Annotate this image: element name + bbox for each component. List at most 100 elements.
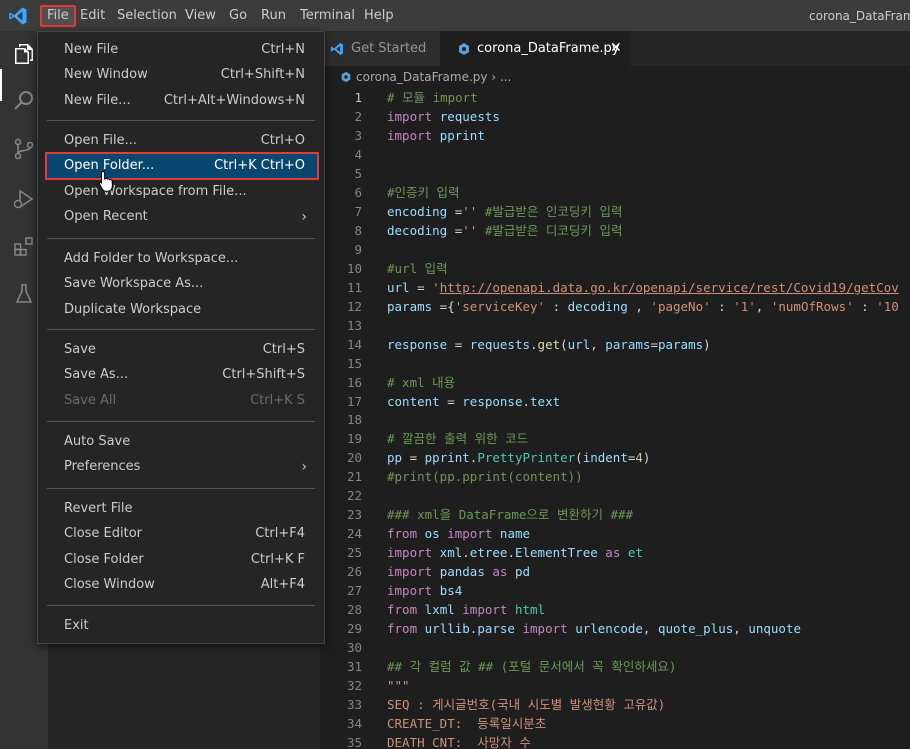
- code-line[interactable]: 13: [320, 316, 910, 335]
- menu-separator: [47, 120, 315, 121]
- testing-flask-icon[interactable]: [12, 282, 36, 306]
- menu-selection[interactable]: Selection: [112, 5, 182, 27]
- code-line[interactable]: 24 from os import name: [320, 524, 910, 543]
- menu-item-revert-file[interactable]: Revert File: [47, 497, 317, 521]
- code-line[interactable]: 22: [320, 486, 910, 505]
- code-line[interactable]: 3 import pprint: [320, 126, 910, 145]
- menu-separator: [47, 329, 315, 330]
- menu-item-shortcut: Ctrl+Shift+N: [220, 67, 305, 83]
- menu-item-save-workspace-as[interactable]: Save Workspace As...: [47, 272, 317, 296]
- line-number: 20: [346, 450, 362, 466]
- code-line[interactable]: 20 pp = pprint.PrettyPrinter(indent=4): [320, 448, 910, 467]
- menu-item-close-folder[interactable]: Close Folder Ctrl+K F: [47, 548, 317, 572]
- line-number: 35: [346, 734, 362, 749]
- menu-item-save-as[interactable]: Save As... Ctrl+Shift+S: [47, 363, 317, 387]
- search-icon[interactable]: [12, 89, 36, 113]
- menu-item-exit[interactable]: Exit: [47, 614, 317, 638]
- code-token: response: [387, 336, 448, 352]
- code-line[interactable]: 5: [320, 164, 910, 183]
- code-line[interactable]: 2 import requests: [320, 107, 910, 126]
- code-line[interactable]: 1 # 모듈 import: [320, 88, 910, 107]
- code-line[interactable]: 10 #url 입력: [320, 259, 910, 278]
- code-line[interactable]: 17 content = response.text: [320, 392, 910, 411]
- tab-corona-dataframe[interactable]: corona_DataFrame.py ✕: [440, 31, 630, 66]
- code-line[interactable]: 15: [320, 354, 910, 373]
- code-line[interactable]: 18: [320, 410, 910, 429]
- menu-item-save[interactable]: Save Ctrl+S: [47, 338, 317, 362]
- code-line[interactable]: 11 url = 'http://openapi.data.go.kr/opena…: [320, 278, 910, 297]
- code-line[interactable]: 12 params ={'serviceKey' : decoding , 'pa…: [320, 297, 910, 316]
- line-number: 24: [346, 526, 362, 542]
- menu-item-close-window[interactable]: Close Window Alt+F4: [47, 573, 317, 597]
- menu-item-close-editor[interactable]: Close Editor Ctrl+F4: [47, 522, 317, 546]
- menu-terminal[interactable]: Terminal: [295, 5, 360, 27]
- code-line[interactable]: 7 encoding ='' #발급받은 인코딩키 입력: [320, 202, 910, 221]
- code-line[interactable]: 9: [320, 240, 910, 259]
- menu-item-add-folder-to-workspace[interactable]: Add Folder to Workspace...: [47, 247, 317, 271]
- code-token: (: [560, 336, 568, 352]
- code-line[interactable]: 8 decoding ='' #발급받은 디코딩키 입력: [320, 221, 910, 240]
- code-line[interactable]: 34 CREATE_DT: 등록일시분초: [320, 714, 910, 733]
- menu-item-label: Close Folder: [64, 551, 144, 567]
- menu-run[interactable]: Run: [256, 5, 291, 27]
- close-icon[interactable]: ✕: [610, 31, 622, 66]
- tab-get-started[interactable]: Get Started: [320, 31, 440, 66]
- source-control-icon[interactable]: [12, 137, 36, 161]
- vscode-tab-icon: [330, 43, 343, 55]
- menu-view[interactable]: View: [180, 5, 221, 27]
- code-editor[interactable]: 1 # 모듈 import 2 import requests 3 import ppri…: [320, 88, 910, 749]
- code-line[interactable]: 6 #인증키 입력: [320, 183, 910, 202]
- code-text: from lxml import html: [387, 600, 545, 619]
- extensions-icon[interactable]: [12, 234, 36, 258]
- menu-item-label: Close Window: [64, 576, 155, 592]
- code-line[interactable]: 35 DEATH_CNT: 사망자 수: [320, 733, 910, 749]
- code-token: SEQ : 게시글번호(국내 시도별 발생현황 고유값): [387, 697, 666, 713]
- run-debug-icon[interactable]: [12, 187, 36, 211]
- menu-file[interactable]: File: [40, 5, 76, 27]
- code-line[interactable]: 33 SEQ : 게시글번호(국내 시도별 발생현황 고유값): [320, 695, 910, 714]
- code-line[interactable]: 23 ### xml을 DataFrame으로 변환하기 ###: [320, 505, 910, 524]
- menu-item-preferences[interactable]: Preferences ›: [47, 455, 317, 479]
- menu-help[interactable]: Help: [359, 5, 399, 27]
- breadcrumb-separator[interactable]: › ...: [487, 70, 511, 84]
- line-number: 30: [346, 640, 362, 656]
- code-line[interactable]: 29 from urllib.parse import urlencode, qu…: [320, 619, 910, 638]
- code-token: content: [387, 393, 440, 409]
- code-line[interactable]: 16 # xml 내용: [320, 373, 910, 392]
- code-text: CREATE_DT: 등록일시분초: [387, 714, 546, 733]
- menu-item-new-file[interactable]: New File... Ctrl+Alt+Windows+N: [47, 89, 317, 113]
- menu-item-auto-save[interactable]: Auto Save: [47, 430, 317, 454]
- code-line[interactable]: 32 """: [320, 676, 910, 695]
- menu-edit[interactable]: Edit: [75, 5, 110, 27]
- menu-item-open-file[interactable]: Open File... Ctrl+O: [47, 129, 317, 153]
- code-token: import: [387, 127, 433, 143]
- line-number: 2: [354, 108, 362, 124]
- code-line[interactable]: 14 response = requests.get(url, params=pa…: [320, 335, 910, 354]
- menu-item-label: Open Recent: [64, 208, 148, 224]
- breadcrumb-file[interactable]: corona_DataFrame.py: [356, 70, 487, 84]
- code-line[interactable]: 31 ## 각 컬럼 값 ## (포털 문서에서 꼭 확인하세요): [320, 657, 910, 676]
- menu-item-label: New Window: [64, 67, 148, 83]
- menu-item-new-window[interactable]: New Window Ctrl+Shift+N: [47, 63, 317, 87]
- code-line[interactable]: 4: [320, 145, 910, 164]
- menu-item-open-recent[interactable]: Open Recent ›: [47, 205, 317, 229]
- menu-item-open-folder[interactable]: Open Folder... Ctrl+K Ctrl+O: [45, 152, 319, 181]
- menu-item-new-file[interactable]: New File Ctrl+N: [47, 38, 317, 62]
- code-line[interactable]: 30: [320, 638, 910, 657]
- code-line[interactable]: 25 import xml.etree.ElementTree as et: [320, 543, 910, 562]
- code-line[interactable]: 21 #print(pp.pprint(content)): [320, 467, 910, 486]
- code-token: import: [387, 564, 433, 580]
- code-text: import requests: [387, 107, 500, 126]
- menu-item-save-all[interactable]: Save All Ctrl+K S: [47, 389, 317, 413]
- code-token: '': [462, 222, 478, 238]
- code-line[interactable]: 28 from lxml import html: [320, 600, 910, 619]
- menu-item-duplicate-workspace[interactable]: Duplicate Workspace: [47, 298, 317, 322]
- menu-go[interactable]: Go: [224, 5, 252, 27]
- code-line[interactable]: 27 import bs4: [320, 581, 910, 600]
- code-line[interactable]: 19 # 깔끔한 출력 위한 코드: [320, 429, 910, 448]
- code-line[interactable]: 26 import pandas as pd: [320, 562, 910, 581]
- menu-item-open-workspace-from-file[interactable]: Open Workspace from File...: [47, 180, 317, 204]
- explorer-icon[interactable]: [12, 42, 36, 66]
